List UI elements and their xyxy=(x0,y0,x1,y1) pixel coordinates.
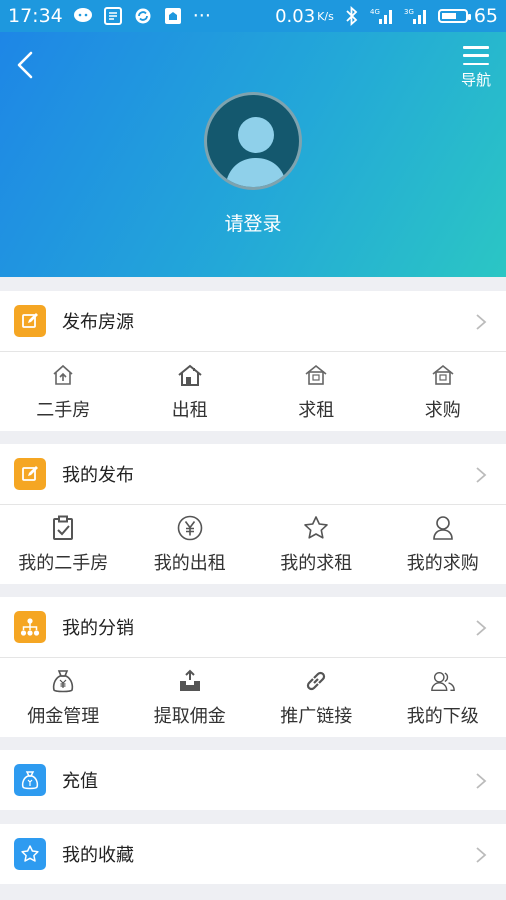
favorites-row[interactable]: 我的收藏 xyxy=(0,824,506,884)
users-icon xyxy=(430,668,456,694)
publish-want-rent-label: 求租 xyxy=(298,400,335,421)
avatar[interactable] xyxy=(204,92,302,190)
network-speed-unit: K/s xyxy=(317,9,334,23)
link-icon xyxy=(303,668,329,694)
chevron-right-icon xyxy=(476,847,487,863)
house-up-icon xyxy=(50,362,76,388)
signal-4g-icon: 4G xyxy=(370,6,396,26)
my-posts-grid: 我的二手房 我的出租 我的求租 我的求购 xyxy=(0,504,506,584)
distribution-grid: 佣金管理 提取佣金 推广链接 我的下级 xyxy=(0,657,506,737)
chevron-right-icon xyxy=(476,314,487,330)
commission-manage-button[interactable]: 佣金管理 xyxy=(0,658,127,737)
my-subordinates-button[interactable]: 我的下级 xyxy=(380,658,506,737)
house-rent-icon xyxy=(303,362,329,388)
battery-level: 65 xyxy=(473,5,498,27)
edit-badge-icon xyxy=(14,458,46,490)
my-secondhand-button[interactable]: 我的二手房 xyxy=(0,505,127,584)
edit-badge-icon xyxy=(14,305,46,337)
my-subordinates-label: 我的下级 xyxy=(406,706,479,727)
distribution-section: 我的分销 佣金管理 提取佣金 推广链接 我的下级 xyxy=(0,597,506,737)
publish-rent-out-label: 出租 xyxy=(171,400,208,421)
promo-link-label: 推广链接 xyxy=(280,706,353,727)
battery-icon xyxy=(437,9,471,23)
status-time: 17:34 xyxy=(8,5,63,27)
money-bag-badge-icon xyxy=(14,764,46,796)
sync-icon xyxy=(133,6,153,26)
my-posts-section: 我的发布 我的二手房 我的出租 我的求租 我的求购 xyxy=(0,444,506,584)
user-icon xyxy=(430,515,456,541)
publish-want-rent-button[interactable]: 求租 xyxy=(253,352,380,431)
nav-label: 导航 xyxy=(460,71,491,89)
signal-3g-label: 3G xyxy=(404,8,414,16)
star-badge-icon xyxy=(14,838,46,870)
my-rent-out-button[interactable]: 我的出租 xyxy=(127,505,254,584)
my-want-rent-button[interactable]: 我的求租 xyxy=(253,505,380,584)
withdraw-commission-button[interactable]: 提取佣金 xyxy=(127,658,254,737)
star-icon xyxy=(303,515,329,541)
my-posts-title: 我的发布 xyxy=(62,465,134,486)
network-speed: 0.03 xyxy=(275,5,316,27)
publish-grid: 二手房 出租 求租 求购 xyxy=(0,351,506,431)
recharge-row[interactable]: 充值 xyxy=(0,750,506,810)
publish-secondhand-label: 二手房 xyxy=(36,400,91,421)
favorites-section: 我的收藏 xyxy=(0,824,506,884)
distribution-row[interactable]: 我的分销 xyxy=(0,597,506,657)
publish-listing-row[interactable]: 发布房源 xyxy=(0,291,506,351)
chevron-left-icon xyxy=(17,51,33,79)
house-key-icon xyxy=(177,362,203,388)
my-posts-row[interactable]: 我的发布 xyxy=(0,444,506,504)
recharge-title: 充值 xyxy=(62,771,98,792)
my-want-buy-label: 我的求购 xyxy=(406,553,479,574)
chevron-right-icon xyxy=(476,620,487,636)
back-button[interactable] xyxy=(10,50,40,80)
nav-menu-button[interactable]: 导航 xyxy=(454,44,498,90)
yen-circle-icon xyxy=(177,515,203,541)
favorites-title: 我的收藏 xyxy=(62,845,134,866)
chevron-right-icon xyxy=(476,773,487,789)
signal-3g-icon: 3G xyxy=(404,6,430,26)
publish-section: 发布房源 二手房 出租 求租 求购 xyxy=(0,291,506,431)
battery-indicator: 65 xyxy=(437,5,498,27)
app-notification-icon xyxy=(103,6,123,26)
battery-fill xyxy=(441,13,456,19)
my-secondhand-label: 我的二手房 xyxy=(18,553,109,574)
withdraw-icon xyxy=(177,668,203,694)
publish-want-buy-button[interactable]: 求购 xyxy=(380,352,506,431)
org-chart-badge-icon xyxy=(14,611,46,643)
house-buy-icon xyxy=(430,362,456,388)
clipboard-check-icon xyxy=(50,515,76,541)
hamburger-icon xyxy=(463,46,489,65)
status-bar: 17:34 ··· 0.03 K/s 4G 3G 65 xyxy=(0,0,506,32)
login-link[interactable]: 请登录 xyxy=(0,209,506,236)
publish-listing-title: 发布房源 xyxy=(62,312,134,333)
chevron-right-icon xyxy=(476,467,487,483)
profile-header: 导航 请登录 xyxy=(0,32,506,277)
publish-secondhand-button[interactable]: 二手房 xyxy=(0,352,127,431)
money-bag-icon xyxy=(50,668,76,694)
my-want-rent-label: 我的求租 xyxy=(280,553,353,574)
signal-4g-label: 4G xyxy=(370,8,380,16)
distribution-title: 我的分销 xyxy=(62,618,134,639)
commission-manage-label: 佣金管理 xyxy=(27,706,100,727)
publish-want-buy-label: 求购 xyxy=(424,400,461,421)
more-notifications-icon: ··· xyxy=(192,5,211,27)
wechat-icon xyxy=(73,6,93,26)
my-rent-out-label: 我的出租 xyxy=(153,553,226,574)
recharge-section: 充值 xyxy=(0,750,506,810)
publish-rent-out-button[interactable]: 出租 xyxy=(127,352,254,431)
withdraw-commission-label: 提取佣金 xyxy=(153,706,226,727)
promo-link-button[interactable]: 推广链接 xyxy=(253,658,380,737)
bluetooth-icon xyxy=(342,6,362,26)
my-want-buy-button[interactable]: 我的求购 xyxy=(380,505,506,584)
user-avatar-icon xyxy=(225,117,287,187)
home-app-icon xyxy=(163,6,183,26)
